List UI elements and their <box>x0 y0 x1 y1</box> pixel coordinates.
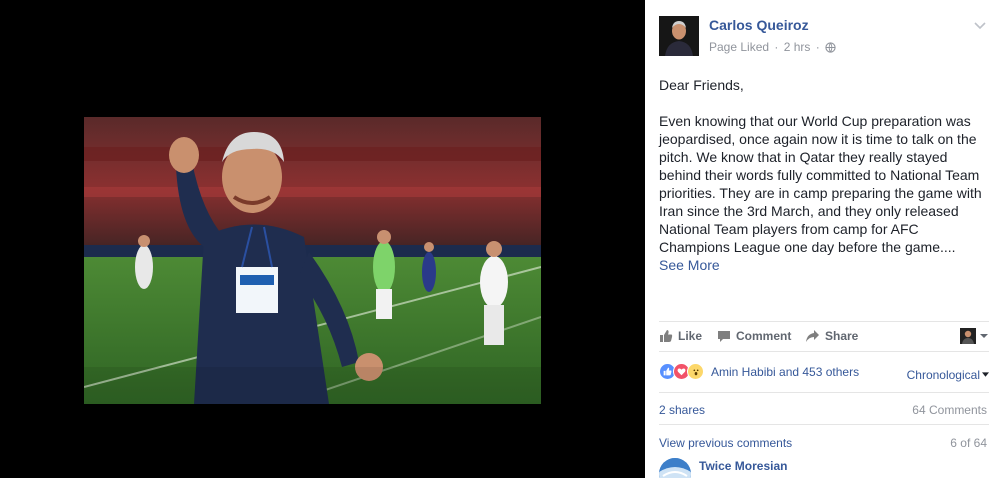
commenter-avatar[interactable] <box>659 458 691 478</box>
comment-item: Twice Moresian <box>659 457 989 478</box>
page-avatar-icon <box>960 328 976 344</box>
avatar-illustration <box>659 16 699 56</box>
post-time[interactable]: 2 hrs <box>784 40 811 54</box>
post-header: Carlos Queiroz Page Liked · 2 hrs · <box>659 16 989 58</box>
post-options-chevron-icon[interactable] <box>973 18 987 32</box>
share-arrow-icon <box>805 329 820 343</box>
comments-progress: 6 of 64 <box>950 436 987 450</box>
post-panel: Carlos Queiroz Page Liked · 2 hrs · Dear… <box>645 0 1000 478</box>
author-avatar[interactable] <box>659 16 699 56</box>
comment-bubble-icon <box>717 329 731 343</box>
author-name[interactable]: Carlos Queiroz <box>709 17 809 33</box>
comments-count[interactable]: 64 Comments <box>912 403 987 417</box>
meta-separator: · <box>771 40 782 54</box>
post-text: Even knowing that our World Cup preparat… <box>659 112 989 274</box>
caret-down-icon <box>979 331 989 341</box>
reaction-icons[interactable] <box>659 363 704 380</box>
comment-sort-label: Chronological <box>906 368 980 382</box>
see-more-link[interactable]: See More <box>659 257 720 273</box>
share-button[interactable]: Share <box>805 329 858 343</box>
comment-sort-dropdown[interactable]: Chronological <box>907 366 989 382</box>
comment-label: Comment <box>736 329 792 343</box>
view-previous-comments-link[interactable]: View previous comments <box>659 436 792 450</box>
previous-comments-row: View previous comments 6 of 64 <box>659 436 989 452</box>
sort-caret-icon <box>982 366 989 380</box>
action-bar: Like Comment Share <box>659 321 989 352</box>
shares-count[interactable]: 2 shares <box>659 403 705 417</box>
comment-button[interactable]: Comment <box>717 329 791 343</box>
post-as-selector[interactable] <box>960 328 989 344</box>
post-meta: Page Liked · 2 hrs · <box>709 40 836 56</box>
globe-icon <box>825 42 836 56</box>
wow-reaction-icon <box>687 363 704 380</box>
reactions-bar: Amin Habibi and 453 others Chronological <box>659 362 989 382</box>
post-stats: 2 shares 64 Comments <box>659 392 989 425</box>
thumbs-up-icon <box>659 329 673 343</box>
post-text-content: Even knowing that our World Cup preparat… <box>659 113 982 255</box>
like-button[interactable]: Like <box>659 329 702 343</box>
post-photo[interactable] <box>84 117 541 404</box>
meta-separator: · <box>812 40 824 54</box>
share-label: Share <box>825 329 859 343</box>
page-liked-status[interactable]: Page Liked <box>709 40 769 54</box>
post-body: Dear Friends, Even knowing that our Worl… <box>659 76 989 274</box>
commenter-name[interactable]: Twice Moresian <box>699 459 787 473</box>
reactions-summary[interactable]: Amin Habibi and 453 others <box>711 365 859 379</box>
post-greeting: Dear Friends, <box>659 77 744 93</box>
like-label: Like <box>678 329 703 343</box>
stadium-photo-illustration <box>84 117 541 404</box>
photo-viewer <box>0 0 645 478</box>
